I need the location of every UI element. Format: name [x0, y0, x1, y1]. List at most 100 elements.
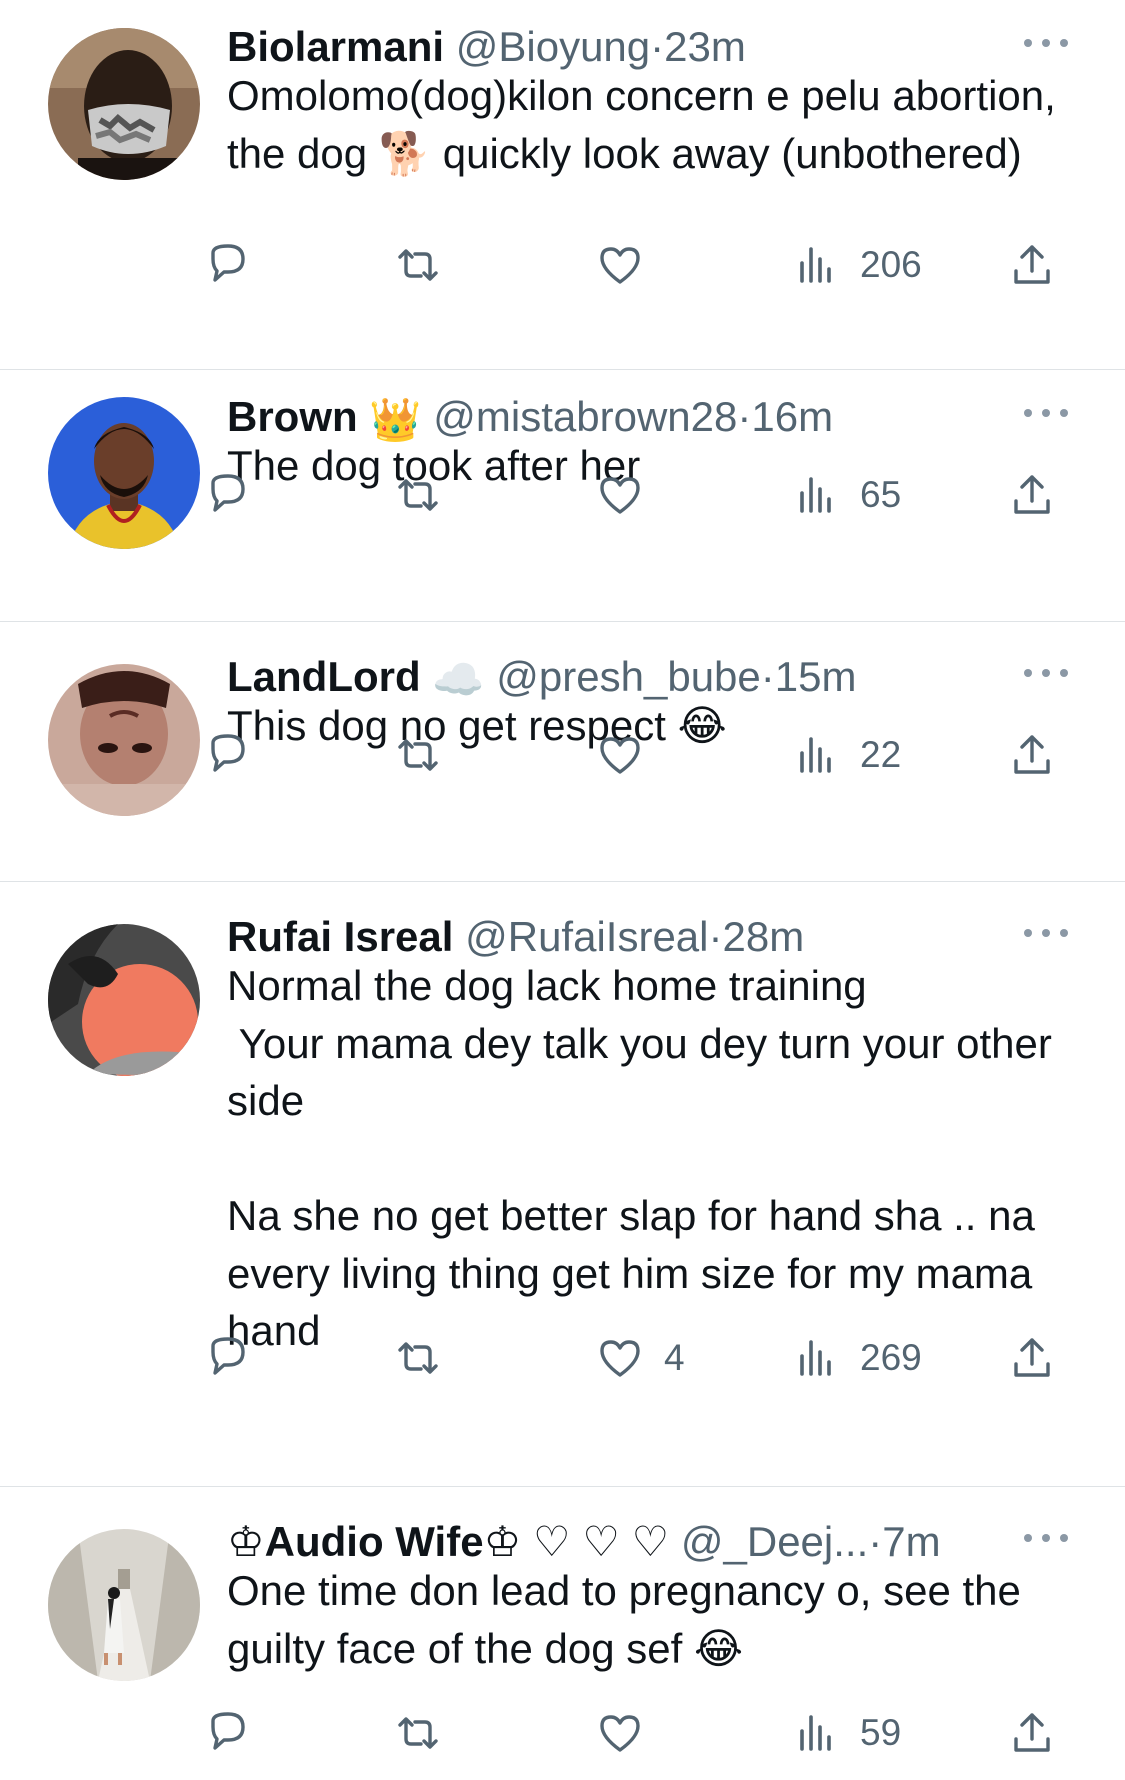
- display-name[interactable]: Biolarmani: [227, 23, 444, 70]
- views-count: 65: [860, 474, 902, 515]
- retweet-button[interactable]: [394, 1328, 462, 1388]
- share-button[interactable]: [1008, 1328, 1056, 1388]
- timestamp[interactable]: 23m: [664, 23, 746, 70]
- reply-button[interactable]: [204, 235, 272, 295]
- heart-icon: [600, 737, 640, 774]
- avatar[interactable]: [48, 28, 200, 180]
- share-icon: [1014, 735, 1050, 774]
- reply-button[interactable]: [204, 465, 272, 525]
- avatar[interactable]: [48, 924, 200, 1076]
- display-name[interactable]: Rufai Isreal: [227, 913, 453, 960]
- like-button[interactable]: [596, 1703, 664, 1763]
- like-button[interactable]: [596, 465, 664, 525]
- tweet[interactable]: LandLord ☁️ @presh_bube·15m This dog no …: [0, 622, 1125, 882]
- heart-icon: [600, 1715, 640, 1752]
- views-count: 269: [860, 1337, 922, 1378]
- views-count: 22: [860, 734, 902, 775]
- more-icon[interactable]: [1024, 407, 1068, 419]
- action-bar: 59: [0, 1703, 1125, 1763]
- reply-button[interactable]: [204, 1703, 272, 1763]
- retweet-button[interactable]: [394, 1703, 462, 1763]
- timestamp[interactable]: 16m: [751, 393, 833, 440]
- tweet-text: One time don lead to pregnancy o, see th…: [227, 1567, 1033, 1672]
- handle[interactable]: @presh_bube: [496, 653, 761, 700]
- tweet[interactable]: ♔Audio Wife♔ ♡ ♡ ♡ @_Deej...·7m One time…: [0, 1487, 1125, 1780]
- reply-icon: [211, 1337, 245, 1375]
- retweet-button[interactable]: [394, 465, 462, 525]
- heart-icon: [600, 247, 640, 284]
- handle[interactable]: @RufaiIsreal: [465, 913, 708, 960]
- retweet-icon: [398, 739, 438, 771]
- action-bar: 206: [0, 235, 1125, 295]
- tweet[interactable]: Biolarmani @Bioyung·23m Omolomo(dog)kilo…: [0, 0, 1125, 370]
- like-button[interactable]: [596, 725, 664, 785]
- like-button[interactable]: [596, 235, 664, 295]
- heart-icon: [600, 477, 640, 514]
- heart-icon: [600, 1340, 640, 1377]
- separator: ·: [868, 1518, 883, 1565]
- views-icon: [800, 1340, 831, 1376]
- timestamp[interactable]: 28m: [723, 913, 805, 960]
- like-count: 4: [664, 1337, 685, 1378]
- display-name[interactable]: ♔Audio Wife♔ ♡ ♡ ♡: [227, 1518, 669, 1565]
- views-button[interactable]: 65: [792, 465, 901, 525]
- share-icon: [1014, 245, 1050, 284]
- retweet-icon: [398, 479, 438, 511]
- reply-icon: [211, 734, 245, 772]
- views-button[interactable]: 269: [792, 1328, 922, 1388]
- views-icon: [800, 247, 831, 283]
- reply-button[interactable]: [204, 725, 272, 785]
- cloud-emoji: ☁️: [432, 655, 485, 703]
- views-icon: [800, 1715, 831, 1751]
- retweet-button[interactable]: [394, 235, 462, 295]
- timestamp[interactable]: 7m: [882, 1518, 940, 1565]
- separator: ·: [708, 913, 723, 960]
- tweet-text: Normal the dog lack home training Your m…: [227, 962, 1052, 1354]
- share-button[interactable]: [1008, 235, 1056, 295]
- display-name[interactable]: LandLord: [227, 653, 421, 700]
- tweet-header: Brown 👑 @mistabrown28·16m: [227, 391, 1065, 443]
- tweet-header: Biolarmani @Bioyung·23m: [227, 21, 1065, 73]
- share-icon: [1014, 1338, 1050, 1377]
- share-button[interactable]: [1008, 725, 1056, 785]
- retweet-button[interactable]: [394, 725, 462, 785]
- avatar[interactable]: [48, 1529, 200, 1681]
- views-icon: [800, 477, 831, 513]
- views-count: 206: [860, 244, 922, 285]
- reply-icon: [211, 244, 245, 282]
- tweet-header: Rufai Isreal @RufaiIsreal·28m: [227, 911, 1065, 963]
- tweet[interactable]: Brown 👑 @mistabrown28·16m The dog took a…: [0, 370, 1125, 622]
- handle[interactable]: @Bioyung: [456, 23, 650, 70]
- reply-button[interactable]: [204, 1328, 272, 1388]
- timestamp[interactable]: 15m: [775, 653, 857, 700]
- reply-icon: [211, 1712, 245, 1750]
- retweet-icon: [398, 1342, 438, 1374]
- separator: ·: [760, 653, 775, 700]
- action-bar: 65: [0, 465, 1125, 525]
- views-button[interactable]: 22: [792, 725, 901, 785]
- share-button[interactable]: [1008, 465, 1056, 525]
- separator: ·: [650, 23, 665, 70]
- reply-icon: [211, 474, 245, 512]
- more-icon[interactable]: [1024, 37, 1068, 49]
- views-button[interactable]: 206: [792, 235, 922, 295]
- more-icon[interactable]: [1024, 1532, 1068, 1544]
- tweet-header: LandLord ☁️ @presh_bube·15m: [227, 651, 1065, 703]
- share-icon: [1014, 475, 1050, 514]
- separator: ·: [737, 393, 752, 440]
- retweet-icon: [398, 1717, 438, 1749]
- retweet-icon: [398, 249, 438, 281]
- handle[interactable]: @mistabrown28: [433, 393, 737, 440]
- like-button[interactable]: 4: [596, 1328, 685, 1388]
- more-icon[interactable]: [1024, 927, 1068, 939]
- share-icon: [1014, 1713, 1050, 1752]
- display-name[interactable]: Brown: [227, 393, 358, 440]
- handle[interactable]: @_Deej...: [681, 1518, 868, 1565]
- share-button[interactable]: [1008, 1703, 1056, 1763]
- more-icon[interactable]: [1024, 667, 1068, 679]
- tweet[interactable]: Rufai Isreal @RufaiIsreal·28m Normal the…: [0, 882, 1125, 1487]
- action-bar: 22: [0, 725, 1125, 785]
- tweet-header: ♔Audio Wife♔ ♡ ♡ ♡ @_Deej...·7m: [227, 1516, 1065, 1568]
- views-button[interactable]: 59: [792, 1703, 901, 1763]
- action-bar: 4 269: [0, 1328, 1125, 1388]
